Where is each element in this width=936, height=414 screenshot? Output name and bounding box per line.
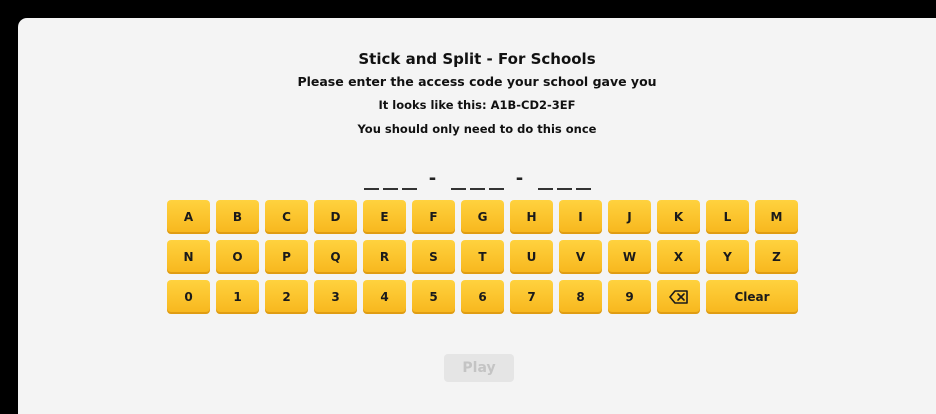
key-e[interactable]: E — [363, 200, 406, 234]
code-group-2 — [449, 168, 506, 195]
key-o[interactable]: O — [216, 240, 259, 274]
code-slot — [450, 168, 466, 190]
key-p[interactable]: P — [265, 240, 308, 274]
key-5[interactable]: 5 — [412, 280, 455, 314]
play-button[interactable]: Play — [444, 354, 514, 382]
login-panel: Stick and Split - For Schools Please ent… — [18, 18, 936, 414]
key-h[interactable]: H — [510, 200, 553, 234]
key-c[interactable]: C — [265, 200, 308, 234]
key-y[interactable]: Y — [706, 240, 749, 274]
key-w[interactable]: W — [608, 240, 651, 274]
key-d[interactable]: D — [314, 200, 357, 234]
instruction-text: Please enter the access code your school… — [297, 74, 657, 89]
key-i[interactable]: I — [559, 200, 602, 234]
code-slot — [401, 168, 417, 190]
code-slot — [488, 168, 504, 190]
key-7[interactable]: 7 — [510, 280, 553, 314]
key-a[interactable]: A — [167, 200, 210, 234]
key-l[interactable]: L — [706, 200, 749, 234]
key-g[interactable]: G — [461, 200, 504, 234]
key-j[interactable]: J — [608, 200, 651, 234]
key-9[interactable]: 9 — [608, 280, 651, 314]
key-r[interactable]: R — [363, 240, 406, 274]
code-slot — [382, 168, 398, 190]
backspace-key[interactable] — [657, 280, 700, 314]
key-f[interactable]: F — [412, 200, 455, 234]
key-t[interactable]: T — [461, 240, 504, 274]
code-slot — [556, 168, 572, 190]
key-8[interactable]: 8 — [559, 280, 602, 314]
access-code-display: - - — [18, 168, 936, 195]
key-u[interactable]: U — [510, 240, 553, 274]
key-2[interactable]: 2 — [265, 280, 308, 314]
key-z[interactable]: Z — [755, 240, 798, 274]
key-6[interactable]: 6 — [461, 280, 504, 314]
key-x[interactable]: X — [657, 240, 700, 274]
key-4[interactable]: 4 — [363, 280, 406, 314]
code-group-3 — [536, 168, 593, 195]
note-text: You should only need to do this once — [357, 122, 597, 136]
code-slot — [363, 168, 379, 190]
code-slot — [469, 168, 485, 190]
clear-button[interactable]: Clear — [706, 280, 798, 314]
key-b[interactable]: B — [216, 200, 259, 234]
backspace-icon — [668, 290, 688, 304]
key-n[interactable]: N — [167, 240, 210, 274]
key-s[interactable]: S — [412, 240, 455, 274]
example-text: It looks like this: A1B-CD2-3EF — [378, 98, 576, 112]
code-separator: - — [428, 168, 439, 189]
code-separator: - — [515, 168, 526, 189]
page-title: Stick and Split - For Schools — [358, 50, 596, 68]
code-slot — [537, 168, 553, 190]
key-v[interactable]: V — [559, 240, 602, 274]
key-0[interactable]: 0 — [167, 280, 210, 314]
code-group-1 — [362, 168, 419, 195]
key-k[interactable]: K — [657, 200, 700, 234]
key-m[interactable]: M — [755, 200, 798, 234]
code-slot — [575, 168, 591, 190]
key-q[interactable]: Q — [314, 240, 357, 274]
key-1[interactable]: 1 — [216, 280, 259, 314]
key-3[interactable]: 3 — [314, 280, 357, 314]
